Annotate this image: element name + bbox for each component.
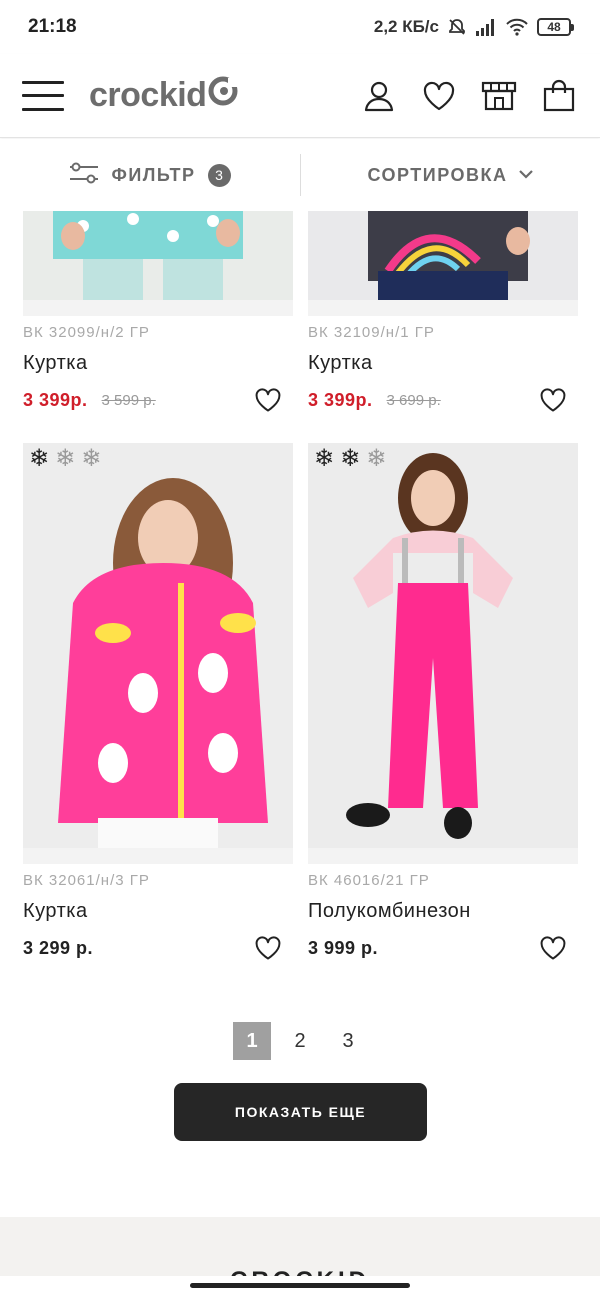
- product-card[interactable]: ❄ ❄ ❄ ВК 46016/21 ГР Полукомбинезон 3 99…: [308, 443, 578, 964]
- product-name[interactable]: Куртка: [308, 352, 578, 378]
- product-image[interactable]: ❄ ❄ ❄: [23, 443, 293, 848]
- network-speed: 2,2 КБ/с: [373, 17, 439, 36]
- chevron-down-icon: [518, 166, 534, 184]
- product-price: 3 999 р.: [308, 937, 379, 958]
- status-bar: 21:18 2,2 КБ/с 48: [0, 0, 600, 54]
- store-icon[interactable]: [480, 77, 518, 115]
- mute-icon: [447, 17, 467, 37]
- product-image[interactable]: [23, 211, 293, 300]
- status-time: 21:18: [28, 16, 77, 37]
- snowflake-icon: ❄: [55, 445, 76, 472]
- battery-level: 48: [537, 18, 571, 36]
- product-old-price: 3 699 р.: [386, 391, 441, 409]
- page-link-1[interactable]: 1: [233, 1022, 271, 1060]
- status-right: 2,2 КБ/с 48: [374, 17, 574, 37]
- sort-label: СОРТИРОВКА: [367, 164, 508, 185]
- product-name[interactable]: Куртка: [23, 900, 293, 926]
- pagination: 1 2 3: [0, 1022, 600, 1060]
- season-indicator: ❄ ❄ ❄: [314, 447, 386, 471]
- header-actions: [360, 77, 578, 115]
- filter-bar: ФИЛЬТР 3 СОРТИРОВКА: [0, 139, 600, 211]
- snowflake-icon: ❄: [366, 445, 387, 472]
- page-link-3[interactable]: 3: [329, 1022, 367, 1060]
- home-gesture-handle[interactable]: [190, 1283, 410, 1288]
- heart-icon[interactable]: [538, 385, 568, 415]
- product-image[interactable]: ❄ ❄ ❄: [308, 443, 578, 848]
- menu-icon[interactable]: [22, 80, 64, 111]
- wifi-icon: [505, 18, 529, 36]
- signal-icon: [475, 18, 497, 36]
- snowflake-icon: ❄: [314, 445, 335, 472]
- filter-icon: [69, 162, 99, 189]
- product-price: 3 399р.: [23, 389, 88, 410]
- bag-icon[interactable]: [540, 77, 578, 115]
- snowflake-icon: ❄: [340, 445, 361, 472]
- page-link-2[interactable]: 2: [281, 1022, 319, 1060]
- product-image[interactable]: [308, 211, 578, 300]
- logo[interactable]: crockid: [89, 76, 239, 115]
- logo-text: crockid: [89, 76, 207, 114]
- show-more-button[interactable]: ПОКАЗАТЬ ЕЩЕ: [174, 1083, 427, 1141]
- user-icon[interactable]: [360, 77, 398, 115]
- sort-button[interactable]: СОРТИРОВКА: [301, 165, 600, 186]
- product-name[interactable]: Полукомбинезон: [308, 900, 578, 926]
- heart-icon[interactable]: [253, 385, 283, 415]
- product-name[interactable]: Куртка: [23, 352, 293, 378]
- heart-icon[interactable]: [420, 77, 458, 115]
- product-sku: ВК 32099/н/2 ГР: [23, 324, 150, 341]
- filter-label: ФИЛЬТР: [111, 164, 196, 185]
- filter-button[interactable]: ФИЛЬТР 3: [0, 162, 300, 189]
- logo-mark-icon: [208, 76, 239, 115]
- product-sku: ВК 32109/н/1 ГР: [308, 324, 435, 341]
- product-sku: ВК 46016/21 ГР: [308, 872, 430, 889]
- season-indicator: ❄ ❄ ❄: [29, 447, 101, 471]
- product-price: 3 299 р.: [23, 937, 94, 958]
- product-card[interactable]: ВК 32099/н/2 ГР Куртка 3 399р. 3 599 р.: [23, 211, 293, 416]
- product-sku: ВК 32061/н/3 ГР: [23, 872, 150, 889]
- heart-icon[interactable]: [538, 933, 568, 963]
- snowflake-icon: ❄: [81, 445, 102, 472]
- filter-count-badge: 3: [207, 163, 231, 187]
- snowflake-icon: ❄: [29, 445, 50, 472]
- product-card[interactable]: ВК 32109/н/1 ГР Куртка 3 399р. 3 699 р.: [308, 211, 578, 416]
- product-old-price: 3 599 р.: [101, 391, 156, 409]
- battery-icon: 48: [537, 18, 574, 36]
- site-header: crockid: [0, 54, 600, 138]
- product-price: 3 399р.: [308, 389, 373, 410]
- product-card[interactable]: ❄ ❄ ❄ ВК 32061/н/3 ГР Куртка 3 299 р.: [23, 443, 293, 964]
- heart-icon[interactable]: [253, 933, 283, 963]
